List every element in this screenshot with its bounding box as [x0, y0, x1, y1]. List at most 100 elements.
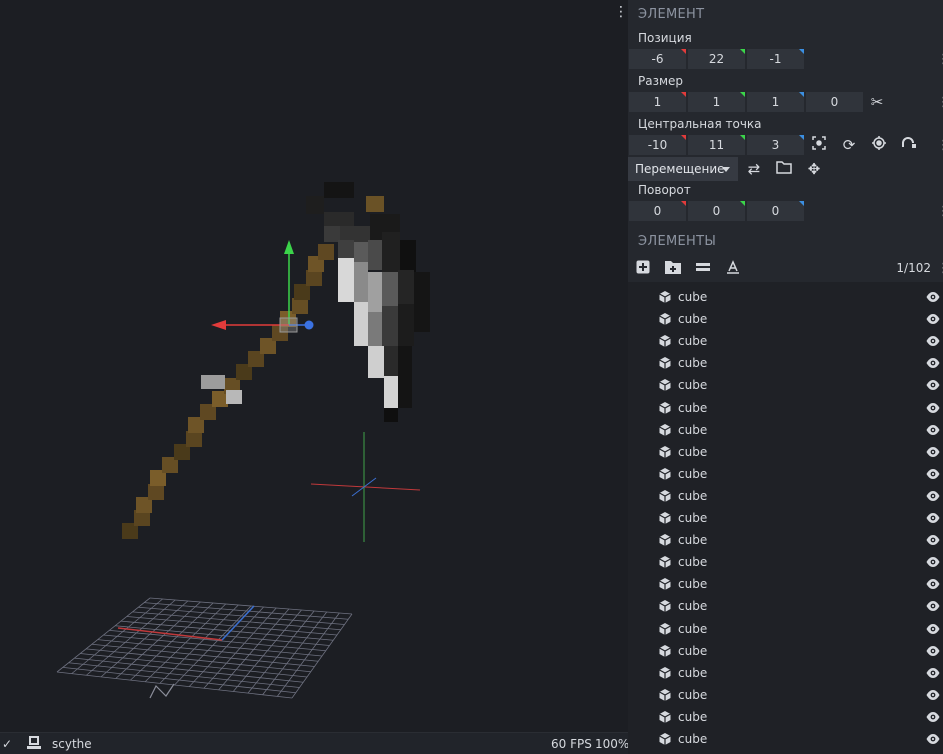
- gizmo-z-handle[interactable]: [304, 320, 314, 330]
- position-x-input[interactable]: -6: [629, 49, 686, 69]
- size-y-input[interactable]: 1: [688, 92, 745, 112]
- eye-icon[interactable]: [926, 578, 940, 590]
- eye-icon[interactable]: [926, 645, 940, 657]
- outliner-item[interactable]: cube: [628, 286, 943, 308]
- scythe-model[interactable]: [122, 182, 430, 539]
- 3d-viewport[interactable]: ⋮: [0, 0, 628, 732]
- cube-icon: [658, 732, 672, 746]
- outliner-item-name: cube: [678, 356, 708, 371]
- eye-icon[interactable]: [926, 424, 940, 436]
- text-icon[interactable]: [724, 260, 742, 276]
- outliner-item[interactable]: cube: [628, 441, 943, 463]
- cube-icon: [658, 688, 672, 702]
- size-menu-icon[interactable]: ⋮: [937, 96, 943, 110]
- gizmo-center[interactable]: [279, 317, 298, 333]
- eye-icon[interactable]: [926, 402, 940, 414]
- add-cube-icon[interactable]: [634, 260, 652, 276]
- rotation-z-input[interactable]: 0: [747, 201, 804, 221]
- add-group-icon[interactable]: [664, 260, 682, 276]
- outliner-item[interactable]: cube: [628, 397, 943, 419]
- eye-icon[interactable]: [926, 291, 940, 303]
- cube-icon: [658, 334, 672, 348]
- outliner-item[interactable]: cube: [628, 595, 943, 617]
- eye-icon[interactable]: [926, 623, 940, 635]
- elements-section-title: ЭЛЕМЕНТЫ: [638, 234, 717, 249]
- eye-icon[interactable]: [926, 534, 940, 546]
- position-z-input[interactable]: -1: [747, 49, 804, 69]
- eye-icon[interactable]: [926, 313, 940, 325]
- pivot-menu-icon[interactable]: ⋮: [937, 139, 943, 153]
- gizmo-x-arrow[interactable]: [211, 320, 226, 330]
- outliner-item[interactable]: cube: [628, 662, 943, 684]
- outliner-item[interactable]: cube: [628, 706, 943, 728]
- eye-icon[interactable]: [926, 711, 940, 723]
- outliner-item[interactable]: cube: [628, 374, 943, 396]
- outliner-item[interactable]: cube: [628, 352, 943, 374]
- eye-icon[interactable]: [926, 733, 940, 745]
- outliner-item[interactable]: cube: [628, 308, 943, 330]
- rotation-x-input[interactable]: 0: [629, 201, 686, 221]
- outliner-item[interactable]: cube: [628, 485, 943, 507]
- outliner-item[interactable]: cube: [628, 728, 943, 750]
- eye-icon[interactable]: [926, 689, 940, 701]
- rotation-y-input[interactable]: 0: [688, 201, 745, 221]
- check-icon[interactable]: ✓: [2, 736, 12, 752]
- cube-icon: [658, 489, 672, 503]
- scissors-icon[interactable]: ✂: [867, 92, 887, 112]
- cube-icon: [658, 555, 672, 569]
- outliner-list[interactable]: cube cube cube cube cube cube cube cube cube cube…: [628, 282, 943, 754]
- eye-icon[interactable]: [926, 512, 940, 524]
- pivot-z-input[interactable]: 3: [747, 135, 804, 155]
- magnet-icon[interactable]: [899, 135, 919, 155]
- outliner-item[interactable]: cube: [628, 463, 943, 485]
- position-label: Позиция: [638, 31, 692, 45]
- move-arrows-icon[interactable]: ✥: [804, 159, 824, 179]
- collapse-icon[interactable]: [694, 260, 712, 276]
- outliner-item-name: cube: [678, 621, 708, 636]
- viewport-menu-icon[interactable]: ⋮: [614, 4, 628, 20]
- position-menu-icon[interactable]: ⋮: [937, 53, 943, 67]
- eye-icon[interactable]: [926, 556, 940, 568]
- eye-icon[interactable]: [926, 335, 940, 347]
- cube-icon: [658, 401, 672, 415]
- outliner-item-name: cube: [678, 687, 708, 702]
- focus-icon[interactable]: [809, 135, 829, 155]
- target-icon[interactable]: [869, 135, 889, 155]
- eye-icon[interactable]: [926, 468, 940, 480]
- pivot-x-input[interactable]: -10: [629, 135, 686, 155]
- outliner-item[interactable]: cube: [628, 573, 943, 595]
- outliner-item-name: cube: [678, 334, 708, 349]
- cube-icon: [658, 378, 672, 392]
- outliner-item[interactable]: cube: [628, 618, 943, 640]
- eye-icon[interactable]: [926, 446, 940, 458]
- outliner-item[interactable]: cube: [628, 330, 943, 352]
- transform-mode-dropdown[interactable]: Перемещение: [628, 157, 738, 181]
- inflate-input[interactable]: 0: [806, 92, 863, 112]
- outliner-item[interactable]: cube: [628, 750, 943, 754]
- eye-icon[interactable]: [926, 600, 940, 612]
- outliner-item[interactable]: cube: [628, 419, 943, 441]
- elements-menu-icon[interactable]: ⋮: [937, 262, 943, 276]
- swap-icon[interactable]: ⇄: [744, 159, 764, 179]
- outliner-item-name: cube: [678, 555, 708, 570]
- gizmo-y-arrow[interactable]: [284, 240, 294, 254]
- position-y-input[interactable]: 22: [688, 49, 745, 69]
- model-icon: [26, 735, 42, 754]
- outliner-item[interactable]: cube: [628, 684, 943, 706]
- eye-icon[interactable]: [926, 490, 940, 502]
- rotation-menu-icon[interactable]: ⋮: [937, 205, 943, 219]
- pivot-y-input[interactable]: 11: [688, 135, 745, 155]
- scene[interactable]: [0, 0, 628, 732]
- eye-icon[interactable]: [926, 357, 940, 369]
- eye-icon[interactable]: [926, 379, 940, 391]
- folder-icon[interactable]: [774, 159, 794, 179]
- outliner-item[interactable]: cube: [628, 640, 943, 662]
- outliner-item[interactable]: cube: [628, 507, 943, 529]
- outliner-item[interactable]: cube: [628, 551, 943, 573]
- size-z-input[interactable]: 1: [747, 92, 804, 112]
- outliner-item[interactable]: cube: [628, 529, 943, 551]
- eye-icon[interactable]: [926, 667, 940, 679]
- size-x-input[interactable]: 1: [629, 92, 686, 112]
- refresh-icon[interactable]: ⟳: [839, 135, 859, 155]
- outliner-item-name: cube: [678, 466, 708, 481]
